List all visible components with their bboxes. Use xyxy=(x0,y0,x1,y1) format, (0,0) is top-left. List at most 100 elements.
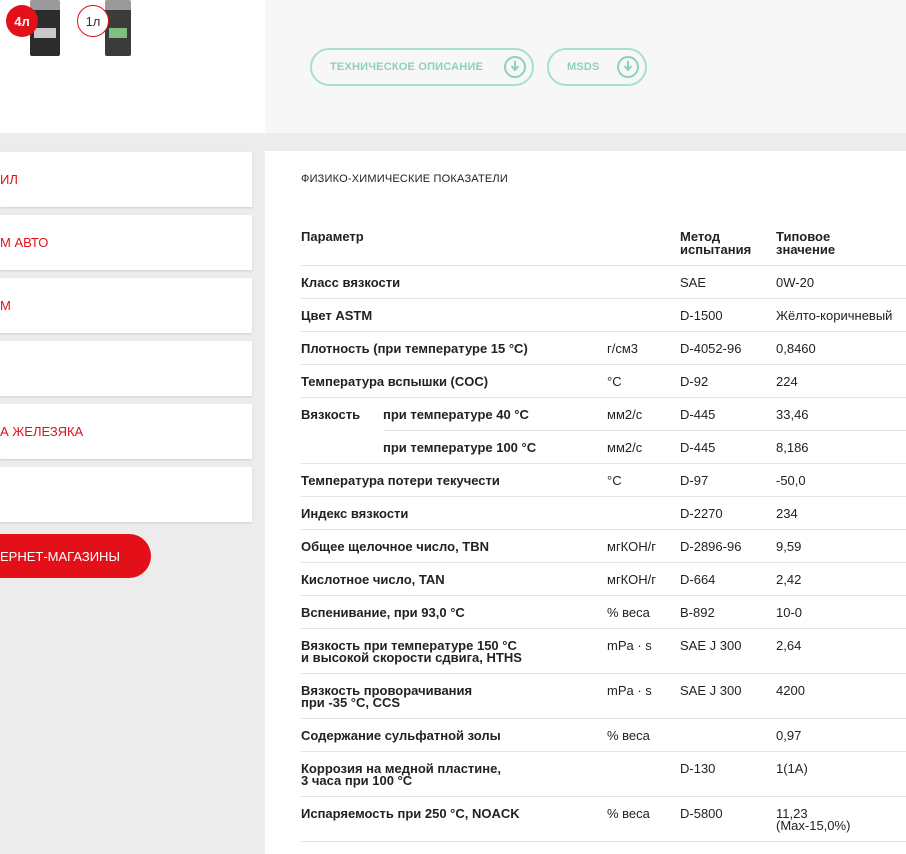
param-cell: Вязкость xyxy=(301,407,361,422)
table-row: Вспенивание, при 93,0 °С % веса B-892 10… xyxy=(301,596,906,629)
value-cell: 224 xyxy=(776,374,798,389)
value-cell: 2,42 xyxy=(776,572,802,587)
param-cell: Кислотное число, TAN xyxy=(301,572,445,587)
sub-param-cell: при температуре 40 °С xyxy=(383,407,529,422)
param-cell: Испаряемость при 250 °С, NOACK xyxy=(301,806,520,821)
table-row: Вязкость при температуре 150 °С и высоко… xyxy=(301,629,906,674)
value-cell: -50,0 xyxy=(776,473,806,488)
method-cell: D-130 xyxy=(680,761,716,776)
param-cell: Цвет ASTM xyxy=(301,308,373,323)
unit-cell: % веса xyxy=(607,605,650,620)
table-row: Кислотное число, TAN мгКОН/г D-664 2,42 xyxy=(301,563,906,596)
header-value: Типовое значение xyxy=(776,230,835,256)
method-cell: D-2270 xyxy=(680,506,723,521)
method-cell: D-92 xyxy=(680,374,709,389)
unit-cell: мгКОН/г xyxy=(607,572,656,587)
table-row: Коррозия на медной пластине, 3 часа при … xyxy=(301,752,906,797)
value-cell: 0,8460 xyxy=(776,341,816,356)
method-cell: B-892 xyxy=(680,605,715,620)
unit-cell: % веса xyxy=(607,806,650,821)
value-cell: 0,97 xyxy=(776,728,802,743)
table-row: Общее щелочное число, TBN мгКОН/г D-2896… xyxy=(301,530,906,563)
value-cell: 0W-20 xyxy=(776,275,815,290)
param-cell: Температура потери текучести xyxy=(301,473,500,488)
nav-item-3[interactable]: М xyxy=(0,278,252,333)
method-cell: SAE xyxy=(680,275,707,290)
method-cell: D-4052-96 xyxy=(680,341,742,356)
value-cell: 8,186 xyxy=(776,440,809,455)
msds-download-button[interactable]: MSDS xyxy=(547,48,647,86)
header-param: Параметр xyxy=(301,229,364,244)
method-cell: D-445 xyxy=(680,407,716,422)
value-cell: 1(1А) xyxy=(776,761,808,776)
table-row: Цвет ASTM D-1500 Жёлто-коричневый xyxy=(301,299,906,332)
param-cell: Плотность (при температуре 15 °С) xyxy=(301,341,528,356)
product-image-area: 4л 1л xyxy=(0,0,265,133)
method-cell: D-97 xyxy=(680,473,709,488)
unit-cell: °С xyxy=(607,473,622,488)
param-cell: Вспенивание, при 93,0 °С xyxy=(301,605,465,620)
header-method-line2: испытания xyxy=(680,242,752,257)
unit-cell: % веса xyxy=(607,728,650,743)
volume-option-4l[interactable]: 4л xyxy=(6,5,38,37)
method-cell: SAE J 300 xyxy=(680,638,742,653)
param-cell-line2: 3 часа при 100 °С xyxy=(301,773,413,788)
unit-cell: г/см3 xyxy=(607,341,639,356)
table-row: Температура вспышки (COC) °С D-92 224 xyxy=(301,365,906,398)
unit-cell: мгКОН/г xyxy=(607,539,656,554)
header-value-line2: значение xyxy=(776,242,836,257)
value-cell: 10-0 xyxy=(776,605,803,620)
value-cell: Жёлто-коричневый xyxy=(776,308,893,323)
table-row: Содержание сульфатной золы % веса 0,97 xyxy=(301,719,906,752)
sub-param-cell: при температуре 100 °С xyxy=(383,440,537,455)
method-cell: D-1500 xyxy=(680,308,723,323)
table-row: при температуре 100 °С мм2/с D-445 8,186 xyxy=(301,431,906,464)
volume-option-1l[interactable]: 1л xyxy=(77,5,109,37)
unit-cell: mPa · s xyxy=(607,683,652,698)
tech-description-download-button[interactable]: ТЕХНИЧЕСКОЕ ОПИСАНИЕ xyxy=(310,48,534,86)
tech-description-label: ТЕХНИЧЕСКОЕ ОПИСАНИЕ xyxy=(330,61,484,73)
header-method: Метод испытания xyxy=(680,230,751,256)
download-icon xyxy=(504,56,526,78)
unit-cell: мм2/с xyxy=(607,407,643,422)
table-row: Плотность (при температуре 15 °С) г/см3 … xyxy=(301,332,906,365)
value-cell: 33,46 xyxy=(776,407,809,422)
param-cell-line2: и высокой скорости сдвига, HTHS xyxy=(301,650,522,665)
param-cell: Содержание сульфатной золы xyxy=(301,728,501,743)
param-cell: Класс вязкости xyxy=(301,275,401,290)
method-cell: D-5800 xyxy=(680,806,723,821)
nav-item-6[interactable] xyxy=(0,467,252,522)
table-row: Вязкость проворачивания при -35 °С, CCS … xyxy=(301,674,906,719)
method-cell: D-664 xyxy=(680,572,716,587)
method-cell: D-445 xyxy=(680,440,716,455)
nav-item-1[interactable]: ИЛ xyxy=(0,152,252,207)
method-cell: D-2896-96 xyxy=(680,539,742,554)
table-row: Вязкость при температуре 40 °С мм2/с D-4… xyxy=(301,398,906,431)
specs-panel: ФИЗИКО-ХИМИЧЕСКИЕ ПОКАЗАТЕЛИ Параметр Ме… xyxy=(265,151,906,854)
value-cell: 234 xyxy=(776,506,798,521)
product-can-1l-image xyxy=(105,0,131,56)
table-row: Индекс вязкости D-2270 234 xyxy=(301,497,906,530)
method-cell: SAE J 300 xyxy=(680,683,742,698)
param-cell-line2: при -35 °С, CCS xyxy=(301,695,401,710)
unit-cell: мм2/с xyxy=(607,440,643,455)
specs-title: ФИЗИКО-ХИМИЧЕСКИЕ ПОКАЗАТЕЛИ xyxy=(301,173,508,185)
unit-cell: °С xyxy=(607,374,622,389)
download-icon xyxy=(617,56,639,78)
msds-label: MSDS xyxy=(567,61,600,73)
nav-item-4[interactable] xyxy=(0,341,252,396)
value-cell-line2: (Max-15,0%) xyxy=(776,818,851,833)
param-cell: Общее щелочное число, TBN xyxy=(301,539,490,554)
online-shops-button[interactable]: ЕРНЕТ-МАГАЗИНЫ xyxy=(0,534,151,578)
param-cell: Температура вспышки (COC) xyxy=(301,374,489,389)
nav-item-5[interactable]: А ЖЕЛЕЗЯКА xyxy=(0,404,252,459)
param-cell: Индекс вязкости xyxy=(301,506,409,521)
table-row: Температура потери текучести °С D-97 -50… xyxy=(301,464,906,497)
value-cell: 4200 xyxy=(776,683,805,698)
nav-item-2[interactable]: М АВТО xyxy=(0,215,252,270)
value-cell: 2,64 xyxy=(776,638,802,653)
table-row: Испаряемость при 250 °С, NOACK % веса D-… xyxy=(301,797,906,842)
table-row: Класс вязкости SAE 0W-20 xyxy=(301,266,906,299)
unit-cell: mPa · s xyxy=(607,638,652,653)
value-cell: 9,59 xyxy=(776,539,802,554)
